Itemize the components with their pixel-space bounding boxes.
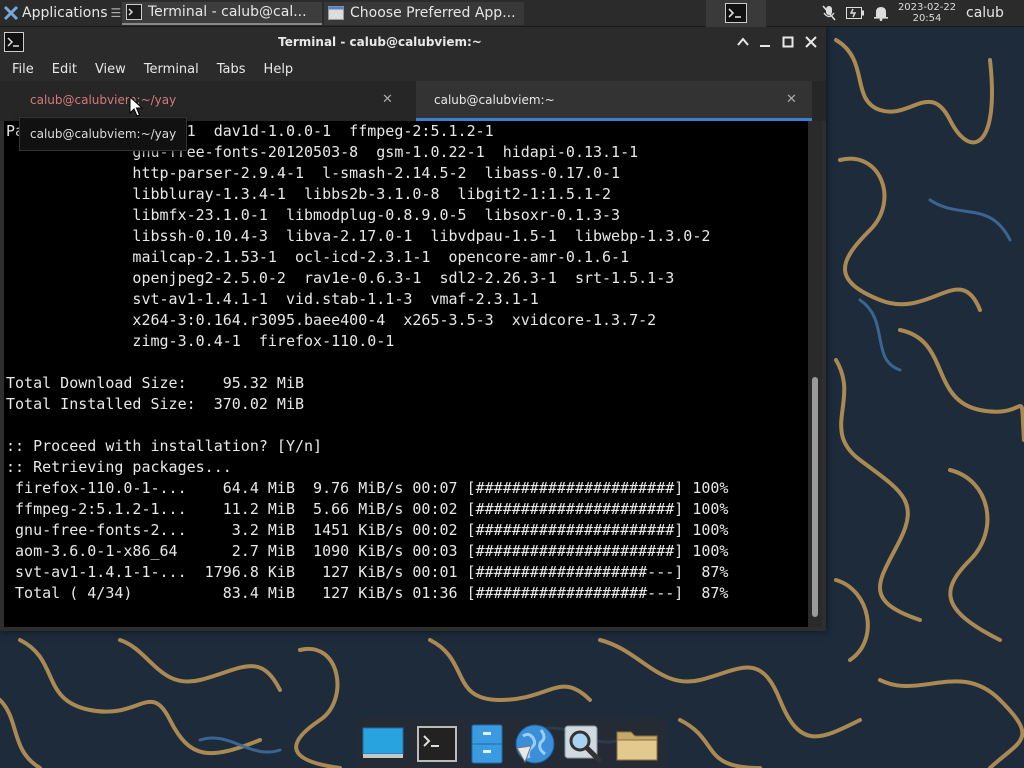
tab-yay[interactable]: calub@calubviem:~/yay ✕ (4, 81, 412, 121)
dock-folder[interactable] (614, 722, 660, 766)
menu-separator-icon: ☰ (110, 6, 122, 20)
terminal-launcher[interactable] (706, 0, 766, 27)
maximize-button[interactable] (779, 33, 797, 51)
terminal-line: zimg-3.0.4-1 firefox-110.0-1 (6, 332, 395, 350)
dock-file-manager[interactable] (464, 722, 510, 766)
terminal-line: aom-3.6.0-1-x86_64 2.7 MiB 1090 KiB/s 00… (6, 542, 729, 560)
terminal-icon (126, 4, 142, 20)
file-manager-icon (471, 724, 503, 764)
taskbar-terminal[interactable]: Terminal - calub@cal... (122, 1, 322, 25)
terminal-line: ffmpeg-2:5.1.2-1... 11.2 MiB 5.66 MiB/s … (6, 500, 729, 518)
tooltip-text: calub@calubviem:~/yay (30, 127, 177, 141)
terminal-line: mailcap-2.1.53-1 ocl-icd-2.3.1-1 opencor… (6, 248, 630, 266)
tab-yay-label: calub@calubviem:~/yay (30, 93, 177, 107)
terminal-line: :: Proceed with installation? [Y/n] (6, 437, 323, 455)
top-panel: Applications ☰ Terminal - calub@cal... C… (0, 0, 1024, 27)
dock-terminal[interactable] (414, 722, 460, 766)
terminal-output[interactable]: Pa 3.6.0-1 dav1d-1.0.0-1 ffmpeg-2:5.1.2-… (4, 121, 808, 627)
menu-edit[interactable]: Edit (46, 62, 83, 77)
maximize-icon (782, 36, 794, 48)
tab-home[interactable]: calub@calubviem:~ ✕ (416, 81, 812, 121)
microphone-muted-icon[interactable] (816, 0, 842, 27)
web-browser-icon (515, 724, 555, 764)
tab-home-label: calub@calubviem:~ (434, 93, 555, 107)
taskbar-terminal-label: Terminal - calub@cal... (148, 4, 307, 20)
close-button[interactable] (802, 33, 820, 51)
minimize-button[interactable] (756, 33, 774, 51)
keep-above-button[interactable] (734, 33, 752, 51)
terminal-line: openjpeg2-2.5.0-2 rav1e-0.6.3-1 sdl2-2.2… (6, 269, 675, 287)
terminal-line: svt-av1-1.4.1-1 vid.stab-1.1-3 vmaf-2.3.… (6, 290, 539, 308)
terminal-line: svt-av1-1.4.1-1-... 1796.8 KiB 127 KiB/s… (6, 563, 729, 581)
clock-time: 20:54 (912, 13, 942, 24)
window-titlebar[interactable]: Terminal - calub@calubviem:~ (0, 27, 826, 57)
taskbar-preferred-apps-label: Choose Preferred App... (350, 5, 516, 21)
dock-show-desktop[interactable] (360, 722, 406, 766)
close-icon (805, 36, 817, 48)
minimize-icon (760, 45, 770, 47)
menu-file[interactable]: File (6, 62, 40, 77)
scrollbar-thumb[interactable] (812, 377, 818, 617)
dock-web-browser[interactable] (512, 722, 558, 766)
dock-app-finder[interactable] (560, 722, 606, 766)
applications-label: Applications (22, 5, 108, 21)
notifications-bell-icon[interactable] (868, 0, 894, 27)
chevron-up-icon (737, 37, 749, 46)
terminal-line: Total Installed Size: 370.02 MiB (6, 395, 305, 413)
folder-icon (616, 731, 658, 761)
terminal-line: Total Download Size: 95.32 MiB (6, 374, 305, 392)
window-icon (328, 6, 344, 20)
mouse-pointer-icon (129, 96, 143, 117)
menu-tabs[interactable]: Tabs (211, 62, 252, 77)
terminal-line: http-parser-2.9.4-1 l-smash-2.14.5-2 lib… (6, 164, 621, 182)
terminal-line: firefox-110.0-1-... 64.4 MiB 9.76 MiB/s … (6, 479, 729, 497)
window-title: Terminal - calub@calubviem:~ (278, 35, 482, 49)
clock[interactable]: 2023-02-22 20:54 (894, 0, 960, 27)
menu-help[interactable]: Help (258, 62, 300, 77)
terminal-line: :: Retrieving packages... (6, 458, 232, 476)
close-icon[interactable]: ✕ (786, 92, 797, 107)
xfce-logo-icon (3, 5, 19, 21)
terminal-line: x264-3:0.164.r3095.baee400-4 x265-3.5-3 … (6, 311, 657, 329)
scrollbar[interactable] (808, 121, 822, 627)
tab-bar: calub@calubviem:~/yay ✕ calub@calubviem:… (0, 81, 826, 121)
terminal-icon (725, 3, 747, 23)
terminal-line: libssh-0.10.4-3 libva-2.17.0-1 libvdpau-… (6, 227, 711, 245)
terminal-icon (417, 726, 457, 762)
applications-menu[interactable]: Applications ☰ (0, 0, 122, 27)
clock-date: 2023-02-22 (897, 2, 957, 13)
battery-icon[interactable] (842, 0, 868, 27)
show-desktop-icon (362, 727, 404, 758)
dock (358, 718, 666, 768)
terminal-line: libmfx-23.1.0-1 libmodplug-0.8.9.0-5 lib… (6, 206, 621, 224)
tab-tooltip: calub@calubviem:~/yay (19, 117, 187, 151)
terminal-text: Pa 3.6.0-1 dav1d-1.0.0-1 ffmpeg-2:5.1.2-… (6, 121, 806, 604)
terminal-line: libbluray-1.3.4-1 libbs2b-3.1.0-8 libgit… (6, 185, 612, 203)
terminal-line: Total ( 4/34) 83.4 MiB 127 KiB/s 01:36 [… (6, 584, 729, 602)
user-name: calub (966, 5, 1004, 21)
taskbar-preferred-apps[interactable]: Choose Preferred App... (324, 1, 524, 25)
menu-terminal[interactable]: Terminal (138, 62, 205, 77)
menu-view[interactable]: View (89, 62, 132, 77)
menu-bar: File Edit View Terminal Tabs Help (0, 57, 826, 81)
terminal-line: gnu-free-fonts-2... 3.2 MiB 1451 KiB/s 0… (6, 521, 729, 539)
user-menu[interactable]: calub (960, 0, 1006, 27)
close-icon[interactable]: ✕ (382, 92, 393, 107)
app-finder-icon (564, 725, 602, 763)
